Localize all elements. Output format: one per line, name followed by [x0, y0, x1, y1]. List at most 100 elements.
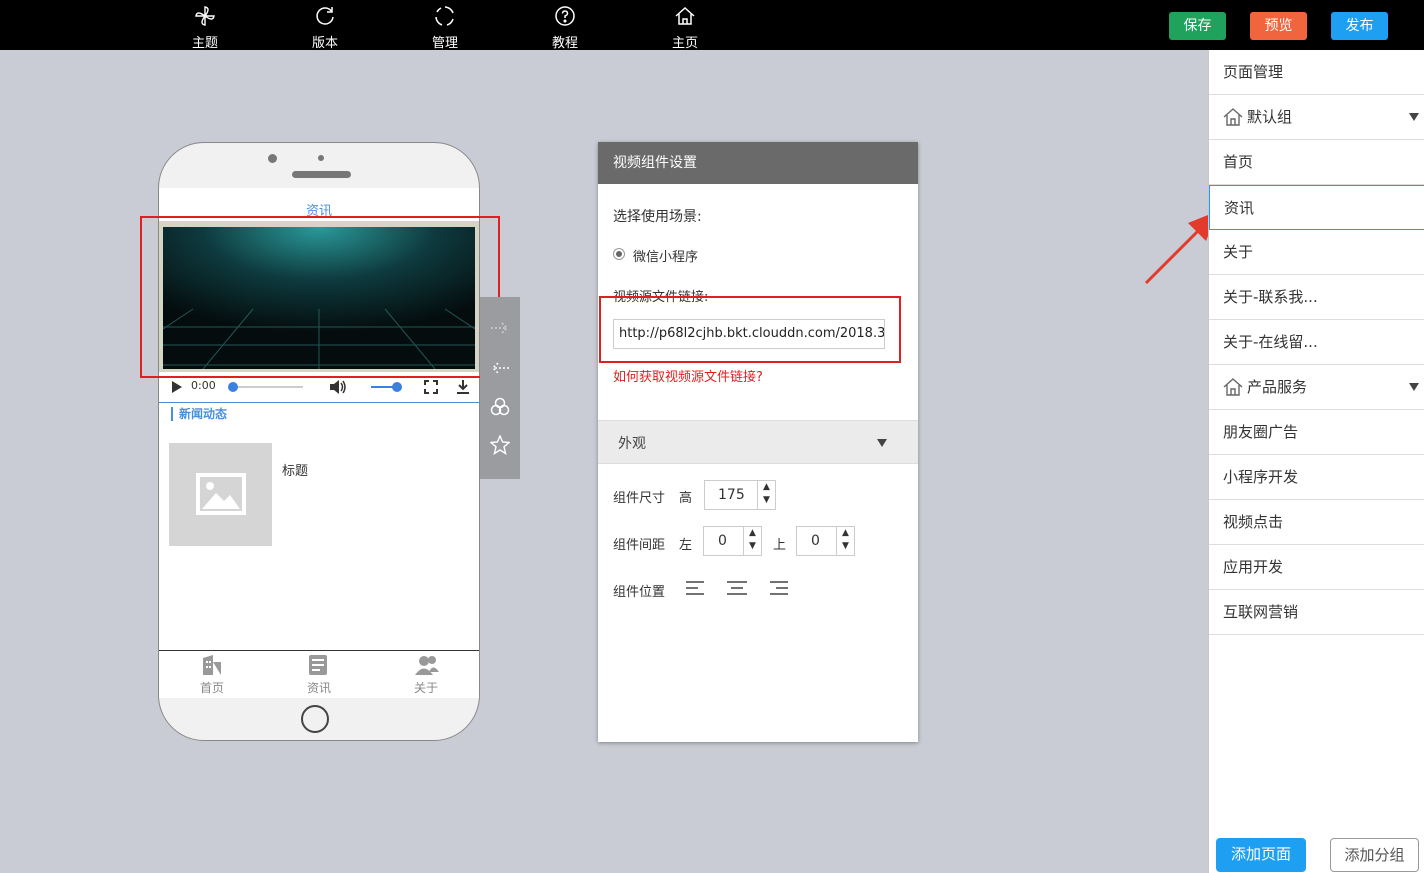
- top-stepper[interactable]: 0 ▲ ▼: [796, 526, 855, 556]
- page-item-video-click[interactable]: 视频点击: [1209, 500, 1424, 545]
- progress-thumb[interactable]: [228, 382, 238, 392]
- page-item-about[interactable]: 关于: [1209, 230, 1424, 275]
- page-manager-title: 页面管理: [1209, 50, 1424, 95]
- phone-speaker: [292, 171, 351, 178]
- nav-manage[interactable]: 管理: [405, 0, 485, 51]
- group-default[interactable]: 默认组: [1209, 95, 1424, 140]
- tab-home[interactable]: 首页: [159, 651, 265, 699]
- chevron-down-icon: [877, 439, 887, 447]
- refresh-icon: [316, 7, 334, 25]
- page-item-moments-ads[interactable]: 朋友圈广告: [1209, 410, 1424, 455]
- star-icon[interactable]: [490, 435, 510, 455]
- scene-radio[interactable]: [613, 248, 625, 260]
- news-icon: [309, 655, 327, 675]
- users-icon: [415, 656, 439, 675]
- stepper-arrows[interactable]: ▲ ▼: [743, 527, 761, 555]
- url-selection-highlight: [599, 296, 901, 363]
- top-label: 上: [773, 538, 787, 553]
- help-link[interactable]: 如何获取视频源文件链接?: [613, 366, 763, 385]
- page-manager: 页面管理 默认组 首页 资讯 关于 关于-联系我... 关于-在线留... 产品…: [1208, 50, 1424, 873]
- chevron-down-icon: [1409, 113, 1419, 121]
- height-stepper[interactable]: 175 ▲ ▼: [704, 480, 776, 510]
- nav-tutorial[interactable]: 教程: [525, 0, 605, 51]
- volume-icon[interactable]: [329, 379, 347, 395]
- volume-thumb[interactable]: [392, 382, 402, 392]
- appearance-header[interactable]: 外观: [598, 420, 918, 464]
- size-label: 组件尺寸: [613, 491, 666, 506]
- left-stepper[interactable]: 0 ▲ ▼: [703, 526, 762, 556]
- circles-icon[interactable]: [490, 397, 510, 417]
- progress-track[interactable]: [233, 386, 303, 388]
- article-title: 标题: [282, 464, 309, 479]
- nav-home[interactable]: 主页: [645, 0, 725, 51]
- house-icon: [1223, 378, 1243, 396]
- scene-label: 选择使用场景:: [613, 209, 702, 225]
- panel-title: 视频组件设置: [598, 142, 918, 184]
- top-toolbar: 主题 版本 管理 教程 主页 保存 预览 发布: [0, 0, 1424, 51]
- component-tools: [480, 297, 520, 479]
- video-settings-panel: 视频组件设置 选择使用场景: 微信小程序 视频源文件链接: http://p68…: [598, 142, 918, 742]
- left-value: 0: [718, 533, 727, 549]
- nav-version[interactable]: 版本: [285, 0, 365, 51]
- phone-tabbar: 首页 资讯 关于: [159, 650, 479, 698]
- left-label: 左: [679, 538, 693, 553]
- nav-version-label: 版本: [311, 36, 338, 51]
- nav-theme-label: 主题: [191, 36, 218, 51]
- section-title: 新闻动态: [171, 407, 227, 421]
- tab-news-label: 资讯: [306, 681, 331, 695]
- stepper-arrows[interactable]: ▲ ▼: [757, 481, 775, 509]
- stepper-arrows[interactable]: ▲ ▼: [836, 527, 854, 555]
- nav-theme[interactable]: 主题: [165, 0, 245, 51]
- circle-dots-icon: [435, 6, 454, 26]
- page-item-about-contact[interactable]: 关于-联系我...: [1209, 275, 1424, 320]
- image-icon: [196, 473, 246, 515]
- article-image-placeholder[interactable]: [169, 443, 272, 546]
- tab-news[interactable]: 资讯: [265, 651, 373, 699]
- appearance-label: 外观: [618, 436, 646, 452]
- home-icon: [675, 6, 695, 25]
- tab-about-label: 关于: [413, 681, 438, 695]
- pinwheel-icon: [195, 6, 215, 26]
- building-icon: [203, 655, 221, 675]
- add-page-button[interactable]: 添加页面: [1216, 838, 1306, 872]
- page-item-app-dev[interactable]: 应用开发: [1209, 545, 1424, 590]
- fullscreen-icon[interactable]: [424, 380, 438, 394]
- spacing-label: 组件间距: [613, 538, 666, 553]
- play-icon[interactable]: [171, 380, 183, 394]
- height-value: 175: [718, 487, 745, 503]
- group-default-label: 默认组: [1247, 108, 1293, 126]
- scene-option-label: 微信小程序: [633, 250, 699, 265]
- page-item-home[interactable]: 首页: [1209, 140, 1424, 185]
- page-item-miniprogram-dev[interactable]: 小程序开发: [1209, 455, 1424, 500]
- video-controls: 0:00: [159, 376, 479, 398]
- chevron-down-icon: [1409, 383, 1419, 391]
- tab-about[interactable]: 关于: [373, 651, 479, 699]
- align-right-icon[interactable]: [770, 581, 788, 595]
- download-icon[interactable]: [456, 379, 470, 395]
- position-label: 组件位置: [613, 585, 666, 600]
- save-button[interactable]: 保存: [1169, 12, 1226, 40]
- preview-button[interactable]: 预览: [1250, 12, 1307, 40]
- nav-manage-label: 管理: [431, 36, 458, 51]
- align-left-icon[interactable]: [686, 581, 704, 595]
- video-selection-highlight: [140, 216, 500, 378]
- align-center-icon[interactable]: [727, 581, 747, 595]
- publish-button[interactable]: 发布: [1331, 12, 1388, 40]
- arrow-right-icon[interactable]: [490, 321, 510, 335]
- tab-home-label: 首页: [199, 681, 224, 695]
- video-time: 0:00: [191, 379, 216, 392]
- nav-tutorial-label: 教程: [551, 36, 578, 51]
- top-value: 0: [811, 533, 820, 549]
- phone-camera: [268, 154, 277, 163]
- add-group-button[interactable]: 添加分组: [1330, 838, 1419, 872]
- divider-line: [159, 402, 479, 403]
- nav-home-label: 主页: [671, 36, 698, 51]
- arrow-left-icon[interactable]: [490, 361, 510, 375]
- height-label: 高: [679, 491, 693, 506]
- group-products[interactable]: 产品服务: [1209, 365, 1424, 410]
- house-icon: [1223, 108, 1243, 126]
- page-item-news-active[interactable]: 资讯: [1209, 185, 1424, 230]
- page-item-internet-marketing[interactable]: 互联网营销: [1209, 590, 1424, 635]
- phone-sensor: [318, 155, 324, 161]
- page-item-about-message[interactable]: 关于-在线留...: [1209, 320, 1424, 365]
